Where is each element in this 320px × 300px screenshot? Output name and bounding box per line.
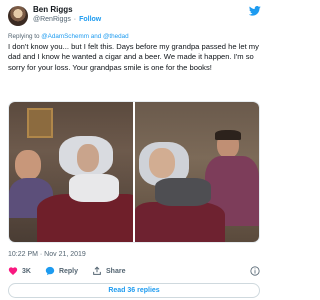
author-handle-row: @RenRiggs · Follow: [33, 15, 101, 24]
author-handle[interactable]: @RenRiggs: [33, 16, 71, 23]
tweet-timestamp[interactable]: 10:22 PM · Nov 21, 2019: [8, 250, 86, 259]
read-replies-button[interactable]: Read 36 replies: [8, 283, 260, 298]
follow-button[interactable]: Follow: [79, 16, 101, 23]
reply-mentions[interactable]: @AdamSchemm and @thedad: [41, 33, 128, 40]
tweet-card: Ben Riggs @RenRiggs · Follow Replying to…: [0, 0, 268, 300]
share-label: Share: [106, 267, 126, 275]
tweet-text: I don't know you... but I felt this. Day…: [8, 42, 259, 72]
tweet-photos: [8, 101, 260, 243]
like-button[interactable]: 3K: [8, 266, 31, 276]
share-button[interactable]: Share: [92, 266, 125, 276]
tweet-photo-2[interactable]: [135, 102, 259, 242]
likes-count: 3K: [22, 267, 31, 275]
reply-button[interactable]: Reply: [45, 266, 78, 276]
author-name[interactable]: Ben Riggs: [33, 5, 73, 15]
heart-icon: [8, 267, 18, 275]
reply-icon: [45, 266, 55, 276]
share-icon: [93, 266, 101, 275]
twitter-bird-icon[interactable]: [249, 6, 261, 16]
info-icon[interactable]: [250, 266, 260, 276]
tweet-actions: 3K Reply Share: [8, 265, 139, 277]
tweet-photo-1[interactable]: [9, 102, 133, 242]
reply-label: Reply: [58, 267, 79, 275]
avatar[interactable]: [8, 6, 28, 26]
separator-dot: ·: [73, 16, 77, 23]
reply-context: Replying to @AdamSchemm and @thedad: [8, 33, 129, 41]
reply-prefix: Replying to: [8, 33, 40, 40]
